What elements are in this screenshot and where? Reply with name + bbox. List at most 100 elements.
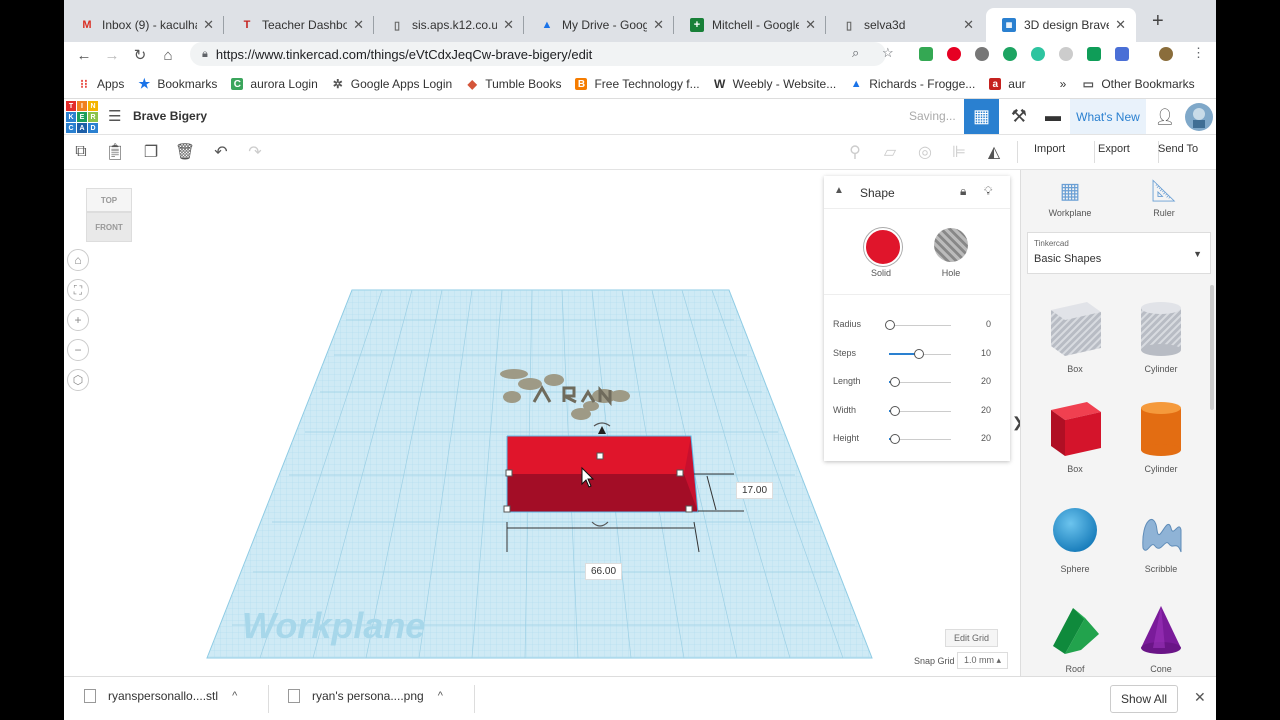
shape-cylinder-orange[interactable]: Cylinder <box>1121 398 1201 474</box>
group-button[interactable]: ◎ <box>914 141 936 163</box>
slider-knob[interactable] <box>914 349 925 359</box>
home-view-button[interactable]: ⌂ <box>67 249 89 271</box>
tab-mitchell-sheets[interactable]: + Mitchell - Google S ✕ <box>674 8 826 42</box>
align-button[interactable]: ⊫ <box>948 141 970 163</box>
shape-scribble[interactable]: Scribble <box>1121 500 1201 574</box>
bookmarks-overflow-button[interactable]: » <box>1060 77 1067 91</box>
zoom-icon[interactable]: ⌕ <box>852 45 859 61</box>
lightbulb-icon[interactable]: 💡︎ <box>984 184 992 199</box>
ruler-tool[interactable]: 📐︎ Ruler <box>1129 178 1199 218</box>
chevron-up-icon[interactable]: ^ <box>232 690 237 702</box>
other-bookmarks[interactable]: ▭ Other Bookmarks <box>1082 77 1195 91</box>
shape-roof[interactable]: Roof <box>1035 600 1115 674</box>
close-icon[interactable]: ✕ <box>653 17 664 33</box>
tab-selva3d[interactable]: ▯ selva3d ✕ <box>826 8 984 42</box>
tinkercad-logo[interactable]: T I N K E R C A D <box>66 101 98 133</box>
slider-track[interactable] <box>889 325 951 326</box>
extension-bird-icon[interactable] <box>975 47 989 61</box>
mirror-button[interactable]: ◭ <box>983 141 1005 163</box>
shape-cylinder-striped[interactable]: Cylinder <box>1121 298 1201 374</box>
extension-feed-icon[interactable] <box>1087 47 1101 61</box>
property-value[interactable]: 20 <box>981 376 991 386</box>
paste-button[interactable]: 📋︎ <box>104 141 126 163</box>
viewcube-front-face[interactable]: FRONT <box>86 212 132 242</box>
send-to-button[interactable]: Send To <box>1158 143 1198 155</box>
add-user-button[interactable]: 👤︎ <box>1150 99 1180 134</box>
slider-knob[interactable] <box>889 434 900 444</box>
extension-calendar-icon[interactable] <box>1115 47 1129 61</box>
extension-pinterest-icon[interactable] <box>947 47 961 61</box>
bookmark-aur[interactable]: a aur <box>989 77 1026 91</box>
back-icon[interactable]: ← <box>70 47 98 64</box>
shape-cone[interactable]: Cone <box>1121 600 1201 674</box>
close-icon[interactable]: ✕ <box>1115 17 1126 33</box>
shape-box-red[interactable]: Box <box>1035 398 1115 474</box>
workplane-tool[interactable]: ▦ Workplane <box>1035 178 1105 218</box>
zoom-in-button[interactable]: + <box>67 309 89 331</box>
length-dimension-value[interactable]: 66.00 <box>585 563 623 580</box>
import-button[interactable]: Import <box>1034 143 1065 155</box>
extension-m-icon[interactable] <box>1031 47 1045 61</box>
collapse-up-icon[interactable]: ▲ <box>834 185 844 196</box>
red-box-object[interactable] <box>506 435 699 513</box>
bookmark-richards-frogge[interactable]: ▲ Richards - Frogge... <box>850 77 976 91</box>
property-value[interactable]: 20 <box>981 405 991 415</box>
hole-swatch[interactable] <box>934 228 968 262</box>
copy-button[interactable]: ⧉ <box>70 141 92 163</box>
close-icon[interactable]: ✕ <box>353 17 364 33</box>
slider-knob[interactable] <box>889 406 900 416</box>
chevron-up-icon[interactable]: ^ <box>438 690 443 702</box>
solid-color-swatch[interactable] <box>864 228 902 266</box>
viewcube-top-face[interactable]: TOP <box>86 188 132 212</box>
show-all-button[interactable]: Show All <box>1110 685 1179 713</box>
profile-avatar-icon[interactable] <box>1159 47 1173 61</box>
3d-view-button[interactable]: ▦ <box>964 99 999 134</box>
close-icon[interactable]: ✕ <box>503 17 514 33</box>
notes-button[interactable]: ⚲ <box>844 141 866 163</box>
close-icon[interactable]: ✕ <box>203 17 214 33</box>
bookmark-free-technology[interactable]: B Free Technology f... <box>575 77 700 91</box>
download-item-stl[interactable]: ryanspersonallo....stl ^ <box>84 689 237 703</box>
library-scrollbar[interactable] <box>1210 285 1214 410</box>
bookmark-google-apps-login[interactable]: ✲ Google Apps Login <box>332 77 452 91</box>
whats-new-button[interactable]: What's New <box>1070 99 1146 134</box>
close-icon[interactable]: ✕ <box>805 17 816 33</box>
redo-button[interactable]: ↷ <box>244 141 266 163</box>
extension-grammarly-icon[interactable] <box>1003 47 1017 61</box>
fit-view-button[interactable]: ⛶ <box>67 279 89 301</box>
tab-my-drive[interactable]: ▲ My Drive - Google ✕ <box>524 8 674 42</box>
slider-knob[interactable] <box>889 377 900 387</box>
tab-teacher-dashboard[interactable]: T Teacher Dashboard ✕ <box>224 8 374 42</box>
close-icon[interactable]: ✕ <box>1194 689 1206 706</box>
browser-menu-icon[interactable]: ⋮ <box>1192 45 1205 61</box>
perspective-button[interactable]: ⬡ <box>67 369 89 391</box>
home-icon[interactable]: ⌂ <box>154 47 182 64</box>
bricks-button[interactable]: ▬ <box>1038 99 1068 134</box>
bookmark-bookmarks[interactable]: ★ Bookmarks <box>138 76 218 91</box>
property-value[interactable]: 10 <box>981 348 991 358</box>
comment-button[interactable]: ▱ <box>879 141 901 163</box>
shape-sphere[interactable]: Sphere <box>1035 500 1115 574</box>
extension-help-icon[interactable] <box>1059 47 1073 61</box>
edit-grid-button[interactable]: Edit Grid <box>945 629 999 647</box>
user-avatar[interactable] <box>1182 99 1216 134</box>
design-title[interactable]: Brave Bigery <box>133 109 207 123</box>
bookmark-apps[interactable]: ⁝⁝ Apps <box>78 77 124 91</box>
slider-knob[interactable] <box>885 320 895 330</box>
shape-box-striped[interactable]: Box <box>1035 298 1115 374</box>
codeblocks-button[interactable]: ⚒ <box>1004 99 1034 134</box>
reload-icon[interactable]: ↻ <box>126 46 154 64</box>
address-bar[interactable]: 🔒︎ https://www.tinkercad.com/things/eVtC… <box>190 42 886 66</box>
zoom-out-button[interactable]: − <box>67 339 89 361</box>
tab-sis[interactable]: ▯ sis.aps.k12.co.us ✕ <box>374 8 524 42</box>
property-value[interactable]: 0 <box>986 319 991 329</box>
bookmark-weebly[interactable]: W Weebly - Website... <box>714 77 836 91</box>
download-item-png[interactable]: ryan's persona....png ^ <box>288 689 443 703</box>
close-icon[interactable]: ✕ <box>963 17 974 33</box>
new-tab-button[interactable]: + <box>1152 10 1164 33</box>
delete-button[interactable]: 🗑︎ <box>174 141 196 163</box>
undo-button[interactable]: ↶ <box>210 141 232 163</box>
duplicate-button[interactable]: ❐ <box>140 141 162 163</box>
lock-icon[interactable]: 🔒︎ <box>960 184 966 199</box>
extension-sheets-icon[interactable] <box>919 47 933 61</box>
